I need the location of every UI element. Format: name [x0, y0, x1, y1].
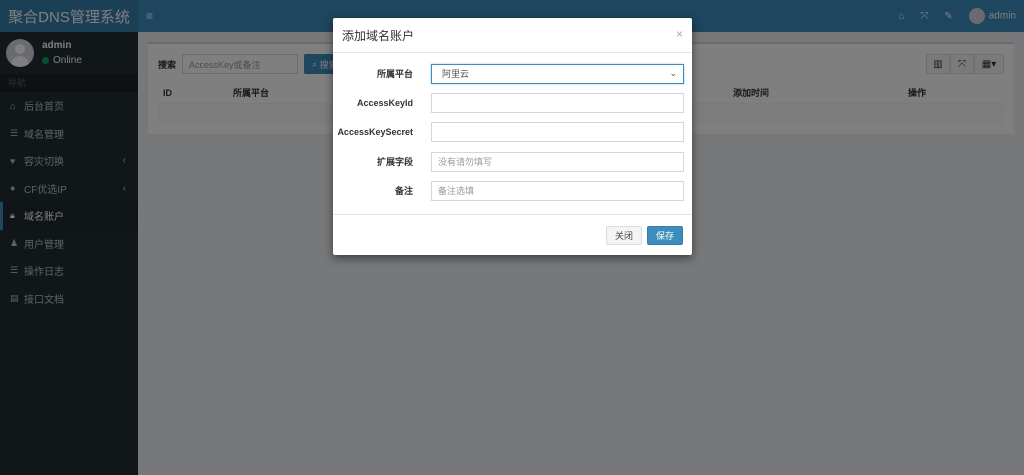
remark-placeholder: 备注选填 — [438, 186, 475, 197]
form-row-accesskeysecret: AccessKeySecret — [333, 118, 692, 147]
form-row-extra: 扩展字段 没有请勿填写 — [333, 147, 692, 176]
close-button[interactable]: 关闭 — [605, 225, 642, 245]
platform-select[interactable]: 阿里云 ⌄ — [431, 63, 684, 84]
form-row-platform: 所属平台 阿里云 ⌄ — [333, 59, 692, 88]
platform-label: 所属平台 — [376, 69, 413, 80]
extra-field-placeholder: 没有请勿填写 — [438, 157, 493, 168]
accesskeyid-label: AccessKeyId — [356, 97, 413, 108]
chevron-down-icon: ⌄ — [669, 68, 677, 79]
accesskeysecret-label: AccessKeySecret — [337, 127, 413, 138]
form-row-remark: 备注 备注选填 — [333, 176, 692, 205]
close-icon[interactable]: × — [676, 27, 683, 41]
remark-label: 备注 — [394, 186, 413, 197]
modal-header: 添加域名账户 × — [333, 18, 692, 53]
add-account-modal: 添加域名账户 × 所属平台 阿里云 ⌄ AccessKeyId AccessKey… — [333, 18, 692, 255]
accesskeyid-input[interactable] — [431, 92, 684, 113]
remark-input[interactable]: 备注选填 — [431, 180, 684, 201]
extra-field-input[interactable]: 没有请勿填写 — [431, 151, 684, 172]
modal-body: 所属平台 阿里云 ⌄ AccessKeyId AccessKeySecret 扩展… — [333, 53, 692, 215]
form-row-accesskeyid: AccessKeyId — [333, 88, 692, 117]
modal-footer: 关闭 保存 — [333, 215, 692, 255]
save-button[interactable]: 保存 — [646, 225, 683, 245]
extra-field-label: 扩展字段 — [376, 157, 413, 168]
accesskeysecret-input[interactable] — [431, 122, 684, 143]
modal-title: 添加域名账户 — [342, 28, 415, 43]
platform-select-value: 阿里云 — [442, 69, 470, 80]
